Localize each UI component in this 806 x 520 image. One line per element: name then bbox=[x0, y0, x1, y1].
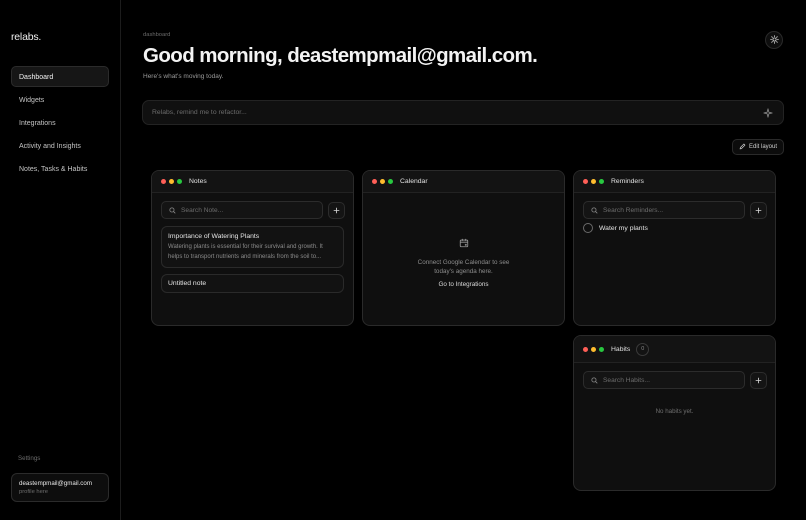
add-reminder-button[interactable] bbox=[750, 201, 767, 219]
habits-count-badge: 0 bbox=[636, 342, 650, 356]
notes-search-row bbox=[161, 201, 345, 219]
reminder-checkbox[interactable] bbox=[583, 223, 593, 233]
window-minimize-dot[interactable] bbox=[169, 179, 174, 184]
window-close-dot[interactable] bbox=[161, 179, 166, 184]
window-minimize-dot[interactable] bbox=[380, 179, 385, 184]
go-to-integrations-link[interactable]: Go to Integrations bbox=[363, 281, 564, 288]
sparkle-icon[interactable] bbox=[762, 107, 773, 118]
page-subtitle: Here's what's moving today. bbox=[143, 73, 224, 80]
calendar-plus-icon bbox=[459, 235, 469, 252]
window-maximize-dot[interactable] bbox=[177, 179, 182, 184]
window-close-dot[interactable] bbox=[583, 346, 588, 352]
notes-search-input[interactable] bbox=[181, 206, 301, 214]
theme-toggle-button[interactable] bbox=[765, 31, 783, 49]
sidebar-nav: Dashboard Widgets Integrations Activity … bbox=[11, 66, 109, 181]
search-icon bbox=[591, 371, 598, 389]
plus-icon bbox=[755, 371, 762, 389]
search-icon bbox=[591, 201, 598, 219]
reminders-widget: Reminders Water my plants bbox=[573, 170, 776, 326]
plus-icon bbox=[333, 201, 340, 219]
edit-layout-button[interactable]: Edit layout bbox=[732, 139, 784, 155]
reminder-label: Water my plants bbox=[599, 224, 648, 232]
habits-widget: Habits 0 No habits yet. bbox=[573, 335, 776, 491]
widget-title: Calendar bbox=[400, 178, 428, 185]
sidebar-item-notes-tasks-habits[interactable]: Notes, Tasks & Habits bbox=[11, 158, 109, 179]
window-maximize-dot[interactable] bbox=[599, 346, 604, 352]
window-minimize-dot[interactable] bbox=[591, 346, 596, 352]
window-close-dot[interactable] bbox=[372, 179, 377, 184]
notes-search-box[interactable] bbox=[161, 201, 323, 219]
assistant-prompt-bar bbox=[142, 100, 784, 125]
breadcrumb: dashboard bbox=[143, 32, 171, 38]
pencil-icon bbox=[739, 143, 746, 152]
reminder-item: Water my plants bbox=[583, 223, 648, 233]
note-title: Importance of Watering Plants bbox=[168, 233, 260, 240]
sidebar-item-activity-insights[interactable]: Activity and Insights bbox=[11, 135, 109, 156]
profile-card[interactable]: deastempmail@gmail.com profile here bbox=[11, 473, 109, 502]
window-maximize-dot[interactable] bbox=[388, 179, 393, 184]
sun-icon bbox=[769, 31, 779, 49]
note-card[interactable]: Importance of Watering Plants Watering p… bbox=[161, 226, 344, 268]
calendar-connect-message: Connect Google Calendar to see today's a… bbox=[417, 259, 510, 275]
reminders-search-input[interactable] bbox=[603, 206, 723, 214]
sidebar-item-dashboard[interactable]: Dashboard bbox=[11, 66, 109, 87]
widget-header[interactable]: Reminders bbox=[574, 171, 775, 193]
reminders-search-row bbox=[583, 201, 767, 219]
page-title: Good morning, deastempmail@gmail.com. bbox=[143, 44, 538, 67]
notes-widget: Notes Importance of Watering Plants Wate… bbox=[151, 170, 354, 326]
widget-title: Reminders bbox=[611, 178, 644, 185]
sidebar-item-integrations[interactable]: Integrations bbox=[11, 112, 109, 133]
window-minimize-dot[interactable] bbox=[591, 179, 596, 184]
profile-subtitle: profile here bbox=[19, 489, 49, 495]
profile-email: deastempmail@gmail.com bbox=[19, 480, 92, 487]
reminders-search-box[interactable] bbox=[583, 201, 745, 219]
edit-layout-label: Edit layout bbox=[748, 144, 778, 150]
window-close-dot[interactable] bbox=[583, 179, 588, 184]
window-maximize-dot[interactable] bbox=[599, 179, 604, 184]
app-logo[interactable]: relabs. bbox=[11, 31, 41, 43]
assistant-prompt-input[interactable] bbox=[152, 101, 742, 124]
widget-title: Notes bbox=[189, 178, 207, 185]
sidebar: relabs. Dashboard Widgets Integrations A… bbox=[0, 0, 121, 520]
widget-header[interactable]: Habits 0 bbox=[574, 336, 775, 363]
widget-header[interactable]: Calendar bbox=[363, 171, 564, 193]
note-preview: Watering plants is essential for their s… bbox=[168, 244, 323, 260]
calendar-empty-state: Connect Google Calendar to see today's a… bbox=[363, 235, 564, 288]
habits-search-row bbox=[583, 371, 767, 389]
habits-empty-message: No habits yet. bbox=[655, 408, 694, 415]
search-icon bbox=[169, 201, 176, 219]
habits-search-input[interactable] bbox=[603, 376, 723, 384]
note-title: Untitled note bbox=[168, 280, 207, 287]
widget-title: Habits bbox=[611, 345, 631, 353]
calendar-widget: Calendar Connect Google Calendar to see … bbox=[362, 170, 565, 326]
widget-header[interactable]: Notes bbox=[152, 171, 353, 193]
sidebar-item-widgets[interactable]: Widgets bbox=[11, 89, 109, 110]
add-note-button[interactable] bbox=[328, 201, 345, 219]
habits-search-box[interactable] bbox=[583, 371, 745, 389]
plus-icon bbox=[755, 201, 762, 219]
add-habit-button[interactable] bbox=[750, 371, 767, 389]
settings-link[interactable]: Settings bbox=[18, 455, 40, 462]
note-card[interactable]: Untitled note bbox=[161, 274, 344, 293]
